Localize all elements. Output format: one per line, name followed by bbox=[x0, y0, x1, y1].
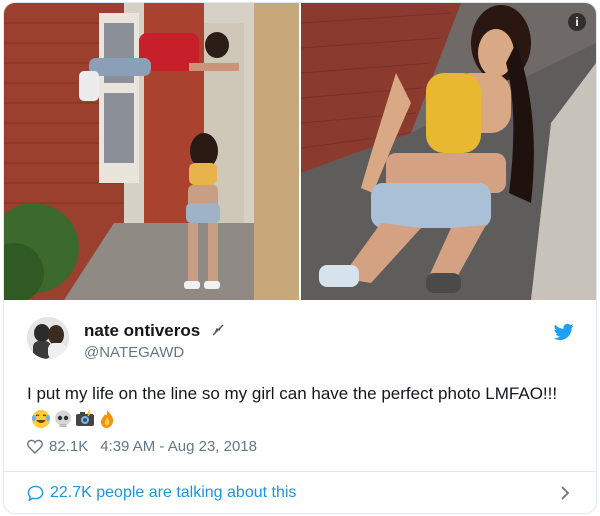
fire-emoji-icon bbox=[101, 409, 114, 428]
photo-right-image bbox=[301, 3, 596, 300]
display-name[interactable]: nate ontiveros bbox=[84, 321, 225, 342]
camera-flash-emoji-icon bbox=[76, 409, 94, 426]
info-icon[interactable]: i bbox=[568, 13, 586, 31]
media-grid[interactable]: i bbox=[4, 3, 596, 300]
user-handle[interactable]: @NATEGAWD bbox=[84, 344, 184, 361]
conversation-text[interactable]: 22.7K people are talking about this bbox=[50, 484, 296, 502]
feather-icon bbox=[211, 322, 225, 342]
divider bbox=[4, 471, 596, 472]
avatar[interactable] bbox=[27, 317, 69, 359]
tweet-card[interactable]: i nate ontiveros @NATEGAWD I put my life… bbox=[3, 2, 597, 514]
twitter-bird-icon[interactable] bbox=[554, 323, 574, 341]
photo-left-image bbox=[4, 3, 299, 300]
tweet-meta: 82.1K 4:39 AM - Aug 23, 2018 bbox=[27, 438, 257, 455]
tweet-text: I put my life on the line so my girl can… bbox=[27, 382, 567, 430]
chevron-right-icon[interactable] bbox=[559, 485, 571, 501]
photo-left[interactable] bbox=[4, 3, 299, 300]
like-count[interactable]: 82.1K bbox=[49, 438, 88, 455]
heart-icon[interactable] bbox=[27, 439, 43, 454]
timestamp[interactable]: 4:39 AM - Aug 23, 2018 bbox=[100, 438, 257, 455]
avatar-image bbox=[27, 317, 69, 359]
conversation-link[interactable]: 22.7K people are talking about this bbox=[27, 484, 296, 502]
display-name-text[interactable]: nate ontiveros bbox=[84, 321, 200, 340]
laughing-tears-emoji-icon bbox=[32, 409, 50, 428]
skull-emoji-icon bbox=[55, 410, 71, 427]
chat-bubble-icon bbox=[27, 485, 44, 502]
tweet-text-body: I put my life on the line so my girl can… bbox=[27, 384, 558, 403]
photo-right[interactable]: i bbox=[301, 3, 596, 300]
emoji-group bbox=[31, 409, 117, 429]
